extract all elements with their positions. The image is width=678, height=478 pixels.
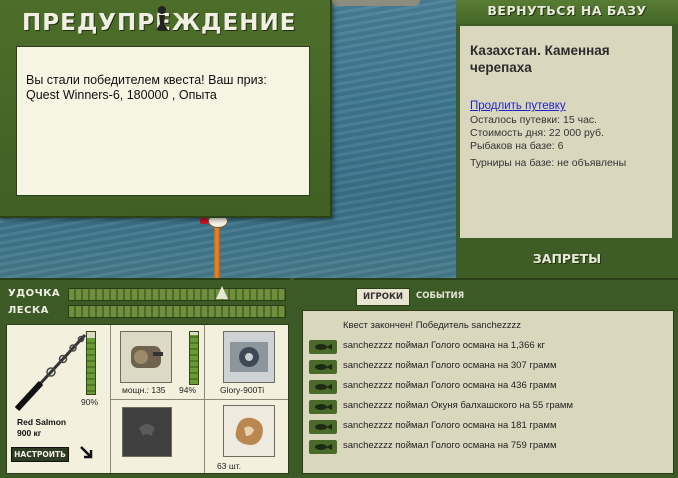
bait-icon xyxy=(235,417,263,445)
grid-divider xyxy=(110,399,288,400)
setup-button[interactable]: НАСТРОИТЬ xyxy=(11,447,69,462)
fish-icon xyxy=(309,380,337,394)
reel-power: мощн.: 135 xyxy=(122,385,166,395)
pawn-icon xyxy=(156,6,168,30)
float-marker xyxy=(200,218,208,224)
bait-count: 63 шт. xyxy=(217,461,241,471)
day-cost: Стоимость дня: 22 000 руб. xyxy=(470,127,604,139)
tension-arrow-icon xyxy=(216,286,228,299)
rod-icon[interactable] xyxy=(11,329,91,413)
rod-name: Red Salmon xyxy=(17,417,67,427)
log-entry: sanchezzzz поймал Голого османа на 1,366… xyxy=(303,337,673,357)
time-left: Осталось путевки: 15 час. xyxy=(470,114,598,126)
tournaments-info: Турниры на базе: не объявлены xyxy=(470,157,627,169)
reel-icon xyxy=(131,346,163,368)
line-slot[interactable] xyxy=(223,331,275,383)
log-text: sanchezzzz поймал Голого османа на 181 г… xyxy=(343,420,557,431)
fish-icon xyxy=(309,420,337,434)
dialog-message: Вы стали победителем квеста! Ваш приз: Q… xyxy=(16,46,310,196)
reel-wear-bar xyxy=(189,331,199,385)
log-text: Квест закончен! Победитель sanchezzzz xyxy=(343,320,522,331)
rod-capacity: 900 кг xyxy=(17,428,42,438)
distant-shore xyxy=(330,0,420,6)
reel-wear-value: 94% xyxy=(179,385,197,395)
line-tension-meter xyxy=(68,305,286,318)
log-text: sanchezzzz поймал Голого османа на 1,366… xyxy=(343,340,545,351)
fishing-float xyxy=(214,222,220,278)
bans-button[interactable]: ЗАПРЕТЫ xyxy=(456,244,678,274)
events-panel: ИГРОКИ СОБЫТИЯ Квест закончен! Победител… xyxy=(294,278,678,478)
tackle-panel: УДОЧКА ЛЕСКА 90% Red Salmon 900 кг НАСТР… xyxy=(0,278,290,478)
log-entry: Квест закончен! Победитель sanchezzzz xyxy=(303,317,673,337)
bait-slot[interactable] xyxy=(223,405,275,457)
rod-wear-bar xyxy=(86,331,96,395)
log-entry: sanchezzzz поймал Голого османа на 181 г… xyxy=(303,417,673,437)
log-text: sanchezzzz поймал Голого османа на 436 г… xyxy=(343,380,557,391)
log-text: sanchezzzz поймал Голого османа на 759 г… xyxy=(343,440,557,451)
base-info-panel: ВЕРНУТЬСЯ НА БАЗУ Казахстан. Каменная че… xyxy=(456,0,678,278)
log-entry: sanchezzzz поймал Голого османа на 759 г… xyxy=(303,437,673,457)
log-text: sanchezzzz поймал Окуня балхашского на 5… xyxy=(343,400,573,411)
empty-slot[interactable] xyxy=(122,407,172,457)
location-name: Казахстан. Каменная черепаха xyxy=(470,43,610,75)
tackle-grid: 90% Red Salmon 900 кг НАСТРОИТЬ мощн.: 1… xyxy=(6,324,289,474)
fish-icon xyxy=(309,340,337,354)
tab-events[interactable]: СОБЫТИЯ xyxy=(416,288,464,304)
rod-tension-label: УДОЧКА xyxy=(8,288,61,299)
line-tension-label: ЛЕСКА xyxy=(8,305,49,316)
return-to-base-button[interactable]: ВЕРНУТЬСЯ НА БАЗУ xyxy=(456,0,678,24)
rod-tension-meter xyxy=(68,288,286,301)
fish-icon xyxy=(309,360,337,374)
warning-dialog: ПРЕДУПРЕЖДЕНИЕ Вы стали победителем квес… xyxy=(0,0,332,218)
anglers-count: Рыбаков на базе: 6 xyxy=(470,140,564,152)
line-name: Glory-900Ti xyxy=(220,385,265,395)
fish-icon xyxy=(309,400,337,414)
rod-wear-value: 90% xyxy=(81,397,99,407)
hook-placeholder-icon xyxy=(139,424,155,436)
log-entry: sanchezzzz поймал Голого османа на 436 г… xyxy=(303,377,673,397)
resize-arrow-icon[interactable] xyxy=(79,445,95,461)
event-log: Квест закончен! Победитель sanchezzzz sa… xyxy=(302,310,674,474)
fish-icon xyxy=(309,440,337,454)
tab-players[interactable]: ИГРОКИ xyxy=(356,288,410,306)
location-info: Казахстан. Каменная черепаха Продлить пу… xyxy=(460,26,672,238)
extend-permit-link[interactable]: Продлить путевку xyxy=(470,100,672,112)
log-text: sanchezzzz поймал Голого османа на 307 г… xyxy=(343,360,557,371)
log-entry: sanchezzzz поймал Голого османа на 307 г… xyxy=(303,357,673,377)
line-spool-icon xyxy=(230,342,268,372)
reel-slot[interactable] xyxy=(120,331,172,383)
log-entry: sanchezzzz поймал Окуня балхашского на 5… xyxy=(303,397,673,417)
